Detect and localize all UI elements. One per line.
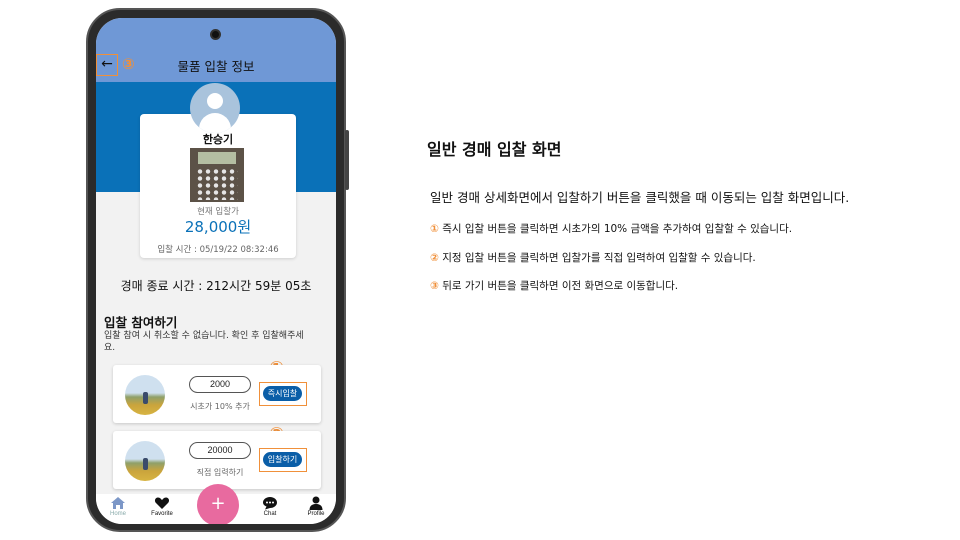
phone-side-button [345, 130, 349, 190]
nav-home-label: Home [109, 511, 126, 517]
nav-favorite-label: Favorite [151, 511, 173, 517]
description-item-1: ① 즉시 입찰 버튼을 클릭하면 시초가의 10% 금액을 추가하여 입찰할 수… [430, 221, 792, 236]
avatar [190, 83, 240, 133]
description-title: 일반 경매 입찰 화면 [427, 140, 562, 159]
phone-screen: ← ③ 물품 입찰 정보 한승기 현재 입찰가 28,000원 입찰 시간 : … [96, 18, 336, 524]
instant-bid-row: 2000 시초가 10% 추가 즉시입찰 [113, 365, 321, 423]
page-title: 물품 입찰 정보 [177, 59, 255, 74]
instant-bid-highlight: 즉시입찰 [259, 382, 307, 406]
section-description: 입찰 참여 시 취소할 수 없습니다. 확인 후 입찰해주세요. [104, 331, 304, 353]
description-item-3: ③ 뒤로 가기 버튼을 클릭하면 이전 화면으로 이동합니다. [430, 278, 678, 293]
description-item-3-text: 뒤로 가기 버튼을 클릭하면 이전 화면으로 이동합니다. [438, 280, 679, 292]
description-item-2: ② 지정 입찰 버튼을 클릭하면 입찰가를 직접 입력하여 입찰할 수 있습니다… [430, 250, 756, 265]
description-item-1-num: ① [430, 223, 439, 235]
current-price: 28,000원 [184, 218, 252, 236]
nav-profile[interactable]: Profile [296, 496, 336, 517]
phone-frame: ← ③ 물품 입찰 정보 한승기 현재 입찰가 28,000원 입찰 시간 : … [86, 8, 349, 532]
description-item-2-text: 지정 입찰 버튼을 클릭하면 입찰가를 직접 입력하여 입찰할 수 있습니다. [438, 252, 756, 264]
camera-icon [210, 29, 221, 40]
manual-bid-button[interactable]: 입찰하기 [263, 452, 302, 467]
nav-chat[interactable]: Chat [250, 496, 290, 517]
description-item-2-num: ② [430, 252, 439, 264]
item-thumbnail [125, 441, 165, 481]
nav-profile-label: Profile [307, 511, 325, 517]
description-item-3-num: ③ [430, 280, 439, 292]
instant-bid-hint: 시초가 10% 추가 [190, 402, 250, 411]
bid-time: 입찰 시간 : 05/19/22 08:32:46 [157, 245, 279, 255]
auction-end-time: 경매 종료 시간 : 212시간 59분 05초 [120, 279, 312, 293]
person-icon [309, 496, 323, 510]
item-image [190, 148, 244, 202]
home-icon [111, 497, 125, 509]
nav-home[interactable]: Home [98, 496, 138, 517]
nav-favorite[interactable]: Favorite [142, 496, 182, 517]
description-main: 일반 경매 상세화면에서 입찰하기 버튼을 클릭했을 때 이동되는 입찰 화면입… [430, 190, 850, 205]
instant-bid-button[interactable]: 즉시입찰 [263, 386, 302, 401]
seller-name: 한승기 [202, 133, 234, 146]
instant-bid-amount: 2000 [189, 376, 251, 393]
chat-icon [263, 497, 277, 510]
nav-chat-label: Chat [263, 511, 277, 517]
manual-bid-highlight: 입찰하기 [259, 448, 307, 472]
add-button[interactable]: + [197, 484, 239, 524]
manual-bid-input[interactable]: 20000 [189, 442, 251, 459]
item-thumbnail [125, 375, 165, 415]
section-title: 입찰 참여하기 [104, 315, 178, 330]
description-item-1-text: 즉시 입찰 버튼을 클릭하면 시초가의 10% 금액을 추가하여 입찰할 수 있… [438, 223, 793, 235]
heart-icon [154, 497, 170, 509]
app-bar: ← ③ 물품 입찰 정보 [96, 18, 336, 82]
manual-bid-row: 20000 직접 입력하기 입찰하기 [113, 431, 321, 489]
manual-bid-hint: 직접 입력하기 [196, 468, 244, 477]
